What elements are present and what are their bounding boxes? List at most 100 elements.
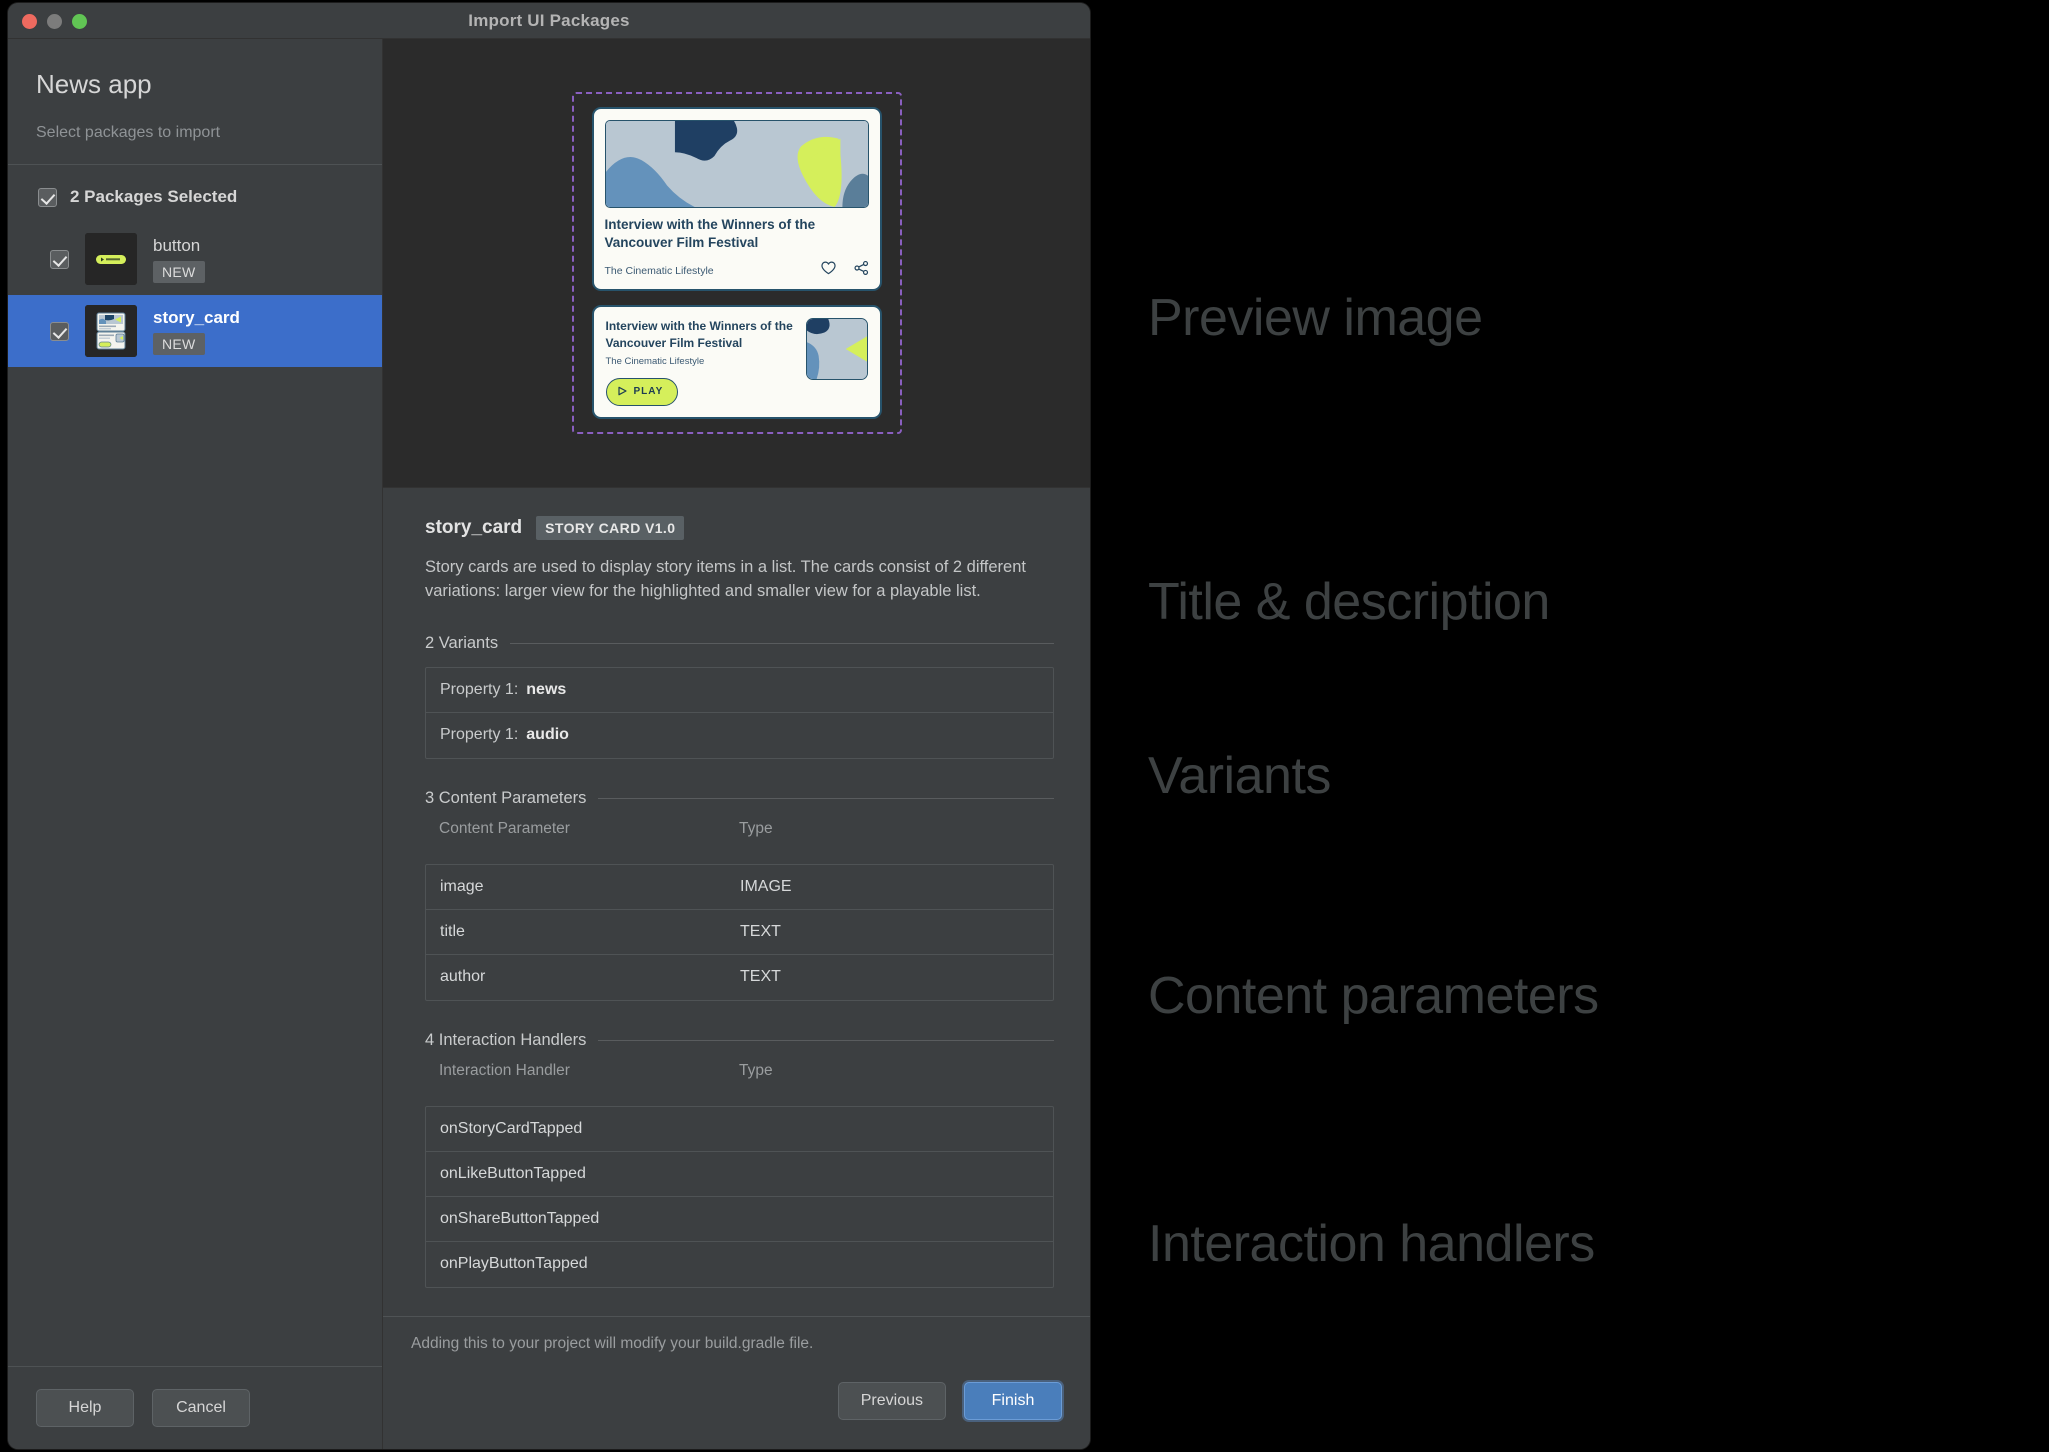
content-parameters-section-header: 3 Content Parameters <box>425 789 1054 808</box>
minimize-window-icon[interactable] <box>47 14 62 29</box>
variant-property-label-2: Property 1: <box>440 726 519 743</box>
app-title: News app <box>36 69 152 99</box>
content-parameters-divider <box>598 797 1054 799</box>
screenshot-root: Import UI Packages News app Select packa… <box>0 0 2049 1452</box>
annotation-preview-image: Preview image <box>1148 289 1483 347</box>
preview-pane: Interview with the Winners of the Vancou… <box>383 39 1090 488</box>
package-name-button: button <box>153 235 201 255</box>
preview-card-small-text: Interview with the Winners of the Vancou… <box>605 318 796 406</box>
table-row[interactable]: onPlayButtonTapped <box>426 1242 1053 1287</box>
package-info-button: button NEW <box>153 236 205 283</box>
cancel-button[interactable]: Cancel <box>152 1389 250 1427</box>
package-list-item-button[interactable]: button NEW <box>8 223 382 295</box>
table-row[interactable]: image IMAGE <box>426 865 1053 910</box>
variants-table: Property 1: news Property 1: audio <box>425 666 1054 759</box>
package-checkbox-story-card[interactable] <box>50 321 69 341</box>
build-gradle-note-bar: Adding this to your project will modify … <box>383 1316 1090 1353</box>
variant-property-label-1: Property 1: <box>440 680 519 698</box>
annotation-title-description: Title & description <box>1148 573 1550 631</box>
play-button-label: PLAY <box>633 386 664 398</box>
content-parameters-section: 3 Content Parameters Content Parameter T… <box>425 789 1054 1001</box>
variants-table-row: Property 1: news <box>426 668 1053 713</box>
build-gradle-note: Adding this to your project will modify … <box>411 1335 814 1352</box>
window-titlebar: Import UI Packages <box>8 3 1090 39</box>
interaction-handlers-section-header: 4 Interaction Handlers <box>425 1031 1054 1050</box>
content-parameter-type: TEXT <box>740 968 781 985</box>
table-row[interactable]: onShareButtonTapped <box>426 1197 1053 1242</box>
content-parameter-name: image <box>440 877 484 895</box>
table-row[interactable]: onLikeButtonTapped <box>426 1152 1053 1197</box>
select-all-row[interactable]: 2 Packages Selected <box>8 165 382 223</box>
variant-property-value-1: news <box>526 680 567 698</box>
component-detail-inner: story_card STORY CARD V1.0 Story cards a… <box>411 516 1054 1288</box>
preview-card-large: Interview with the Winners of the Vancou… <box>591 107 882 292</box>
interaction-handlers-section: 4 Interaction Handlers Interaction Handl… <box>425 1031 1054 1288</box>
interaction-handler-name: onStoryCardTapped <box>440 1119 583 1137</box>
preview-card-small-title: Interview with the Winners of the Vancou… <box>605 319 793 350</box>
table-row[interactable]: title TEXT <box>426 910 1053 955</box>
play-button[interactable]: PLAY <box>605 377 679 406</box>
interaction-handlers-col-name: Interaction Handler <box>439 1061 570 1079</box>
sidebar-header: News app Select packages to import <box>8 39 382 165</box>
content-parameter-name: author <box>440 968 486 985</box>
sidebar-footer: Help Cancel <box>8 1366 382 1449</box>
wizard-footer: Previous Finish <box>383 1353 1090 1449</box>
table-row[interactable]: onStoryCardTapped <box>426 1107 1053 1152</box>
content-parameter-name: title <box>440 922 465 940</box>
dialog-body: News app Select packages to import 2 Pac… <box>8 39 1090 1449</box>
content-parameters-col-type: Type <box>739 819 773 837</box>
finish-button[interactable]: Finish <box>964 1382 1062 1420</box>
zoom-window-icon[interactable] <box>72 14 87 29</box>
preview-card-large-meta: The Cinematic Lifestyle <box>605 261 869 280</box>
component-description: Story cards are used to display story it… <box>425 558 1026 600</box>
interaction-handlers-divider <box>598 1039 1054 1041</box>
interaction-handlers-table: onStoryCardTapped onLikeButtonTapped onS… <box>425 1105 1054 1288</box>
package-info-story-card: story_card NEW <box>153 308 240 355</box>
story-card-thumbnail-icon <box>85 305 137 357</box>
select-all-checkbox[interactable] <box>38 187 57 207</box>
package-checkbox-button[interactable] <box>50 249 69 269</box>
content-parameters-heading: 3 Content Parameters <box>425 788 587 807</box>
preview-selection-outline: Interview with the Winners of the Vancou… <box>571 92 902 434</box>
content-parameters-table-header: Content Parameter Type <box>425 808 1054 850</box>
preview-card-small-thumb <box>805 318 868 381</box>
import-ui-packages-dialog: Import UI Packages News app Select packa… <box>8 3 1090 1449</box>
select-all-label: 2 Packages Selected <box>70 187 238 206</box>
package-badge-button: NEW <box>153 260 205 283</box>
heart-icon[interactable] <box>820 261 836 280</box>
share-icon[interactable] <box>853 261 869 280</box>
variants-section: 2 Variants Property 1: news Property 1: <box>425 634 1054 759</box>
annotation-content-parameters: Content parameters <box>1148 967 1599 1025</box>
variants-table-row: Property 1: audio <box>426 713 1053 758</box>
packages-sidebar: News app Select packages to import 2 Pac… <box>8 39 383 1449</box>
help-button[interactable]: Help <box>36 1389 134 1427</box>
preview-card-large-actions <box>820 261 869 280</box>
content-parameters-col-name: Content Parameter <box>439 819 570 837</box>
preview-card-small: Interview with the Winners of the Vancou… <box>591 305 882 419</box>
annotation-interaction-handlers: Interaction handlers <box>1148 1215 1595 1273</box>
interaction-handlers-col-type: Type <box>739 1061 773 1079</box>
annotation-variants: Variants <box>1148 747 1331 805</box>
preview-card-small-author: The Cinematic Lifestyle <box>605 355 705 367</box>
detail-content: Interview with the Winners of the Vancou… <box>383 39 1090 1449</box>
component-version-badge: STORY CARD V1.0 <box>536 516 685 540</box>
variant-property-value-2: audio <box>526 726 569 743</box>
package-list-item-story-card[interactable]: story_card NEW <box>8 295 382 367</box>
table-row[interactable]: author TEXT <box>426 955 1053 1000</box>
preview-card-large-image <box>604 120 869 209</box>
component-detail-pane: story_card STORY CARD V1.0 Story cards a… <box>383 488 1090 1316</box>
window-traffic-lights[interactable] <box>22 14 87 29</box>
interaction-handler-name: onPlayButtonTapped <box>440 1255 588 1272</box>
preview-card-large-author: The Cinematic Lifestyle <box>604 264 714 277</box>
content-parameters-table: image IMAGE title TEXT author TEXT <box>425 863 1054 1001</box>
variants-divider <box>510 642 1054 644</box>
previous-button[interactable]: Previous <box>837 1382 946 1420</box>
button-thumbnail-icon <box>85 233 137 285</box>
interaction-handlers-table-header: Interaction Handler Type <box>425 1050 1054 1092</box>
close-window-icon[interactable] <box>22 14 37 29</box>
interaction-handler-name: onLikeButtonTapped <box>440 1164 586 1182</box>
package-name-story-card: story_card <box>153 307 240 327</box>
package-badge-story-card: NEW <box>153 332 205 355</box>
interaction-handler-name: onShareButtonTapped <box>440 1209 600 1227</box>
preview-card-large-title: Interview with the Winners of the Vancou… <box>604 217 816 250</box>
